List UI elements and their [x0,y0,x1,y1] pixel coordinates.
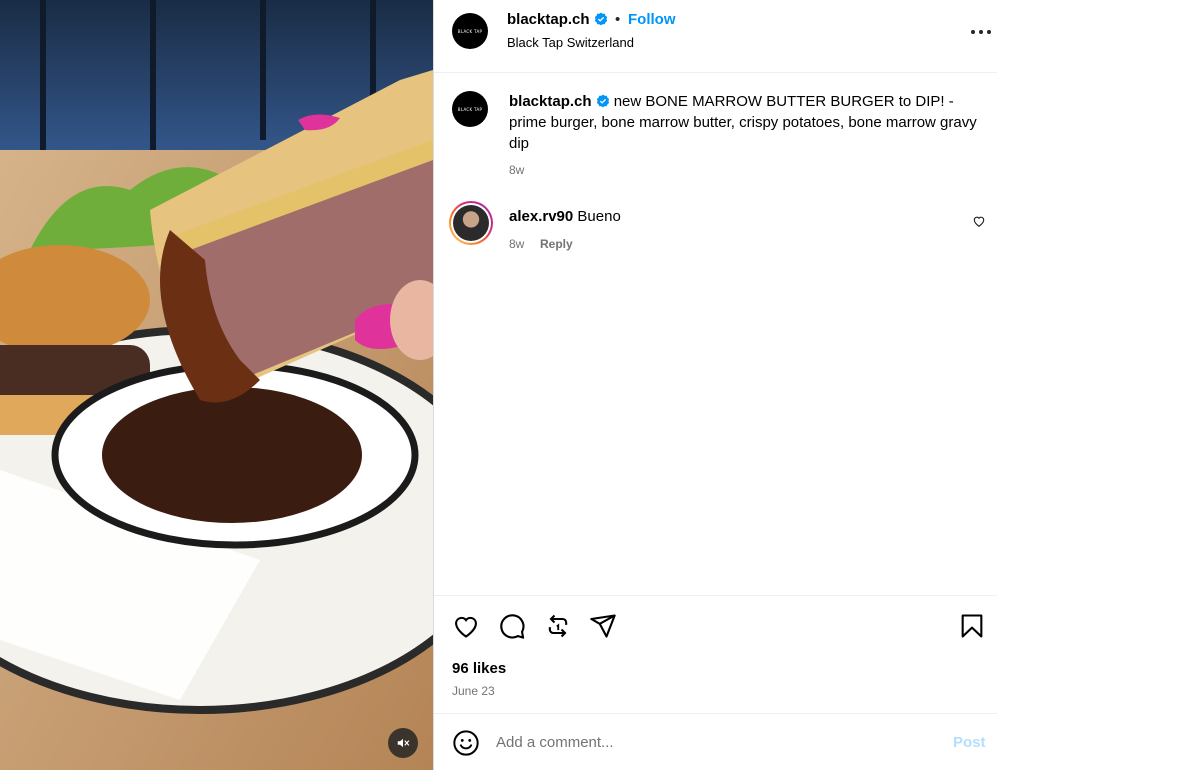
verified-badge-icon [596,94,609,108]
reply-button[interactable]: Reply [540,237,573,251]
add-comment-bar: Post [434,713,997,770]
comment-author[interactable]: alex.rv90 [509,208,573,225]
follow-button[interactable]: Follow [628,11,676,28]
post-header: BLACK TAP blacktap.ch • Follow Black Tap… [434,0,997,73]
separator-dot: • [615,11,621,28]
action-bar: 96 likes June 23 [434,595,997,714]
like-count[interactable]: 96 likes [452,660,506,677]
account-avatar[interactable]: BLACK TAP [452,13,488,49]
post-media[interactable] [0,0,433,770]
bookmark-icon[interactable] [958,612,986,640]
verified-badge-icon [594,12,607,26]
more-options-icon[interactable] [969,22,993,42]
send-icon[interactable] [589,612,617,640]
mute-button[interactable] [388,728,418,758]
caption-timestamp[interactable]: 8w [509,163,524,177]
caption-avatar[interactable]: BLACK TAP [452,91,488,127]
commenter-photo [453,205,489,241]
caption-author[interactable]: blacktap.ch [509,93,592,110]
post-date[interactable]: June 23 [452,684,495,698]
post-comment-button[interactable]: Post [953,734,986,751]
heart-icon[interactable] [452,612,480,640]
logo-text: BLACK TAP [457,28,483,34]
comment-input[interactable] [496,730,936,754]
commenter-avatar[interactable] [449,201,493,245]
repost-icon[interactable] [544,612,572,640]
comment-body: Bueno [577,208,621,225]
account-name: blacktap.ch [507,11,590,28]
post-panel: BLACK TAP blacktap.ch • Follow Black Tap… [433,0,997,770]
heart-icon[interactable] [972,214,986,228]
account-name-link[interactable]: blacktap.ch [507,11,608,28]
comment-timestamp[interactable]: 8w [509,237,524,251]
emoji-icon[interactable] [452,729,480,757]
caption: blacktap.ch new BONE MARROW BUTTER BURGE… [509,91,979,154]
burger-video-frame [0,0,433,770]
comment: alex.rv90 Bueno [509,208,621,225]
comment-icon[interactable] [498,612,526,640]
logo-text: BLACK TAP [457,106,483,112]
speaker-muted-icon [397,738,410,748]
location-link[interactable]: Black Tap Switzerland [507,35,634,50]
